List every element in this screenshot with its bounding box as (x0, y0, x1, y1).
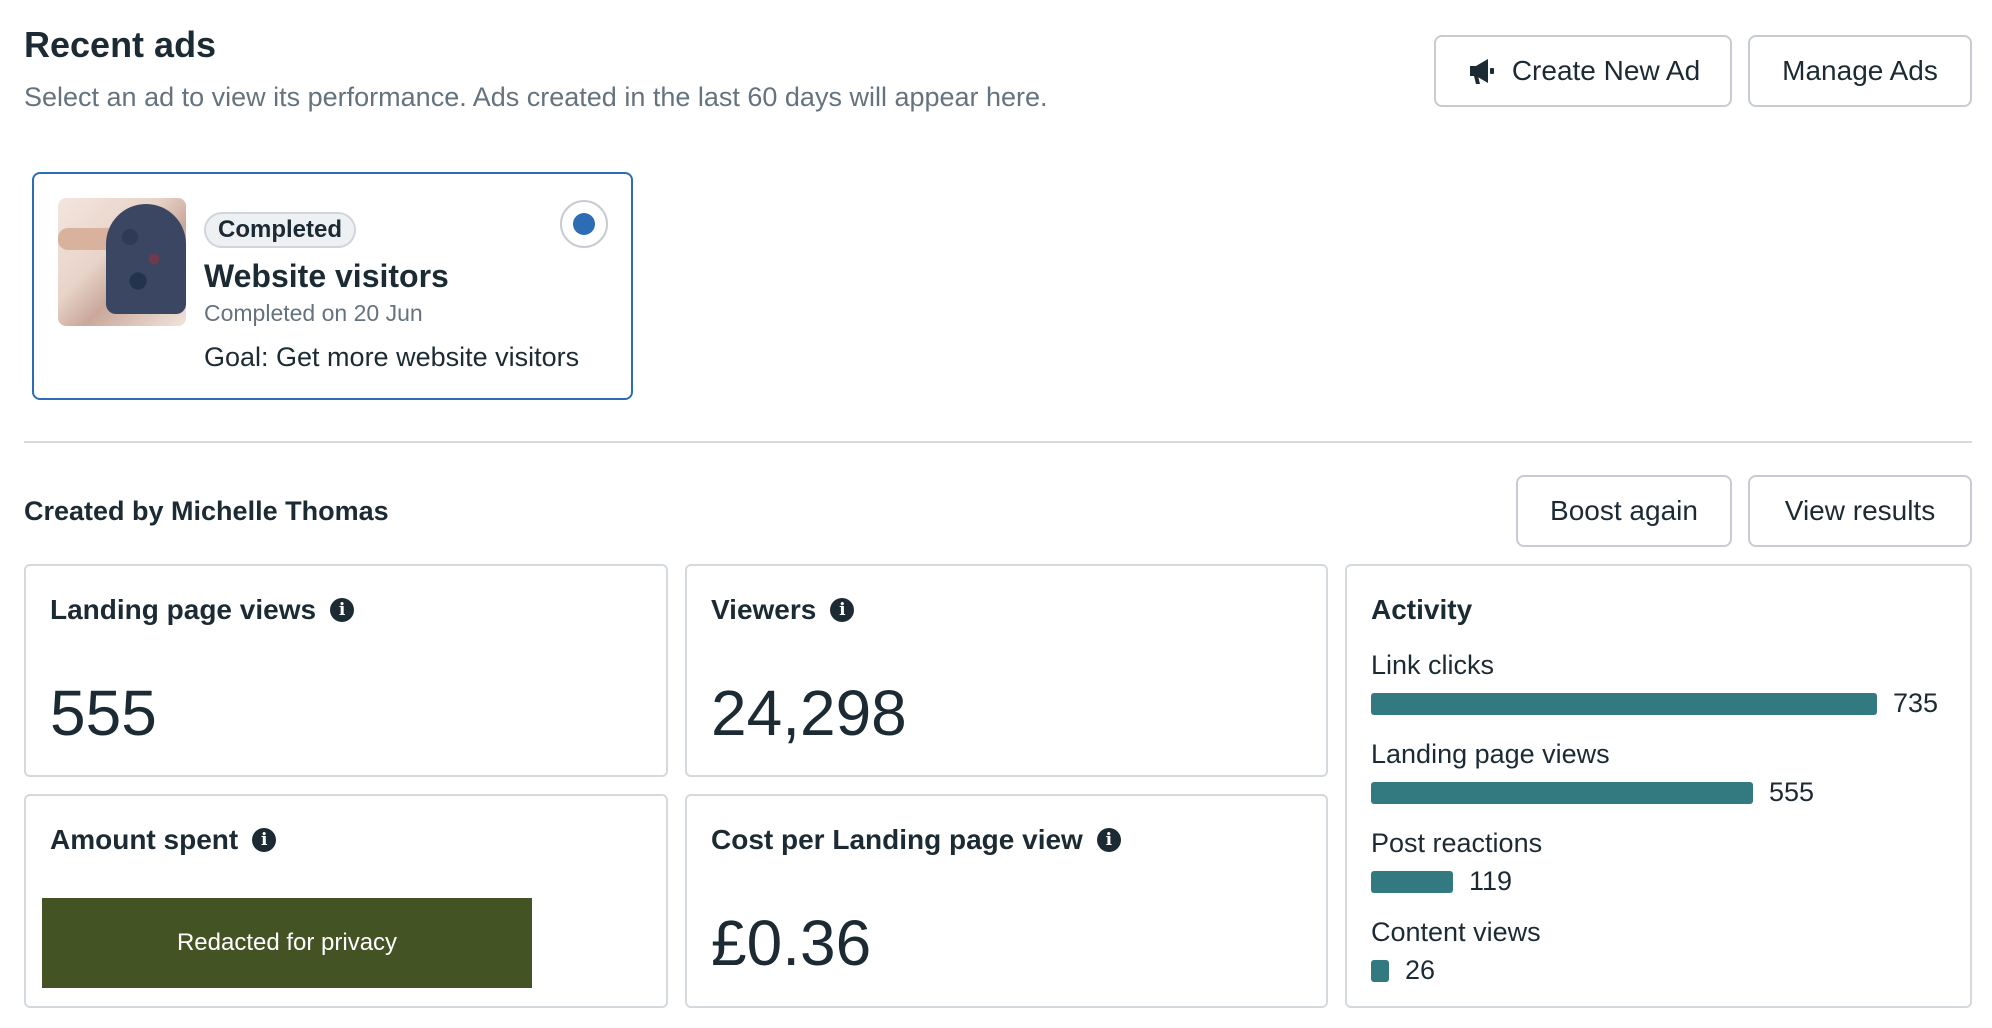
thumbnail-figure-shape (106, 204, 186, 314)
viewers-title: Viewers i (711, 594, 855, 626)
info-icon[interactable]: i (1096, 828, 1121, 852)
activity-value: 735 (1893, 688, 1939, 718)
activity-label: Link clicks (1371, 650, 1495, 680)
view-results-label: View results (1784, 495, 1936, 526)
activity-label: Post reactions (1371, 828, 1543, 858)
page-title: Recent ads (24, 24, 217, 65)
landing-page-views-card: Landing page views i 555 (24, 564, 668, 777)
info-icon[interactable]: i (252, 828, 277, 852)
activity-bar (1371, 693, 1877, 715)
cost-per-landing-page-view-card: Cost per Landing page view i £0.36 (685, 794, 1328, 1008)
cost-per-lpv-title: Cost per Landing page view i (711, 824, 1121, 856)
activity-bar (1371, 960, 1389, 982)
create-new-ad-label: Create New Ad (1511, 55, 1701, 86)
cost-per-lpv-label: Cost per Landing page view (711, 824, 1083, 855)
activity-title: Activity (1371, 594, 1473, 625)
boost-again-button[interactable]: Boost again (1516, 475, 1732, 547)
view-results-button[interactable]: View results (1748, 475, 1972, 547)
ad-card[interactable]: Completed Website visitors Completed on … (32, 172, 633, 400)
redacted-block: Redacted for privacy (42, 898, 532, 988)
landing-page-views-label: Landing page views (50, 594, 317, 625)
activity-bar (1371, 871, 1453, 893)
viewers-label: Viewers (711, 594, 817, 625)
manage-ads-label: Manage Ads (1782, 55, 1938, 86)
activity-value: 555 (1769, 777, 1815, 807)
created-by-label: Created by Michelle Thomas (24, 496, 389, 526)
activity-label: Content views (1371, 917, 1541, 947)
manage-ads-button[interactable]: Manage Ads (1748, 35, 1972, 107)
ad-thumbnail (58, 198, 186, 326)
status-badge: Completed (204, 212, 357, 248)
radio-selected-dot (573, 213, 595, 235)
activity-value: 26 (1405, 955, 1436, 985)
info-icon[interactable]: i (330, 598, 355, 622)
megaphone-icon (1469, 59, 1494, 84)
info-icon[interactable]: i (830, 598, 855, 622)
boost-again-label: Boost again (1550, 495, 1698, 526)
activity-label: Landing page views (1371, 739, 1610, 769)
activity-card: Activity Link clicks 735 Landing page view… (1345, 564, 1972, 1008)
landing-page-views-title: Landing page views i (50, 594, 355, 626)
activity-value: 119 (1469, 866, 1513, 896)
ad-goal: Goal: Get more website visitors (204, 342, 580, 372)
amount-spent-card: Amount spent i Redacted for privacy (24, 794, 668, 1008)
amount-spent-label: Amount spent (50, 824, 239, 855)
activity-bar (1371, 782, 1753, 804)
amount-spent-title: Amount spent i (50, 824, 277, 856)
ad-select-radio[interactable] (560, 200, 608, 248)
section-divider (24, 441, 1972, 443)
ad-date: Completed on 20 Jun (204, 300, 423, 326)
ad-title: Website visitors (204, 258, 449, 294)
page-subtitle: Select an ad to view its performance. Ad… (24, 82, 1048, 112)
viewers-card: Viewers i 24,298 (685, 564, 1328, 777)
viewers-value: 24,298 (711, 677, 907, 749)
cost-per-lpv-value: £0.36 (711, 907, 872, 979)
create-new-ad-button[interactable]: Create New Ad (1434, 35, 1732, 107)
landing-page-views-value: 555 (50, 677, 157, 749)
